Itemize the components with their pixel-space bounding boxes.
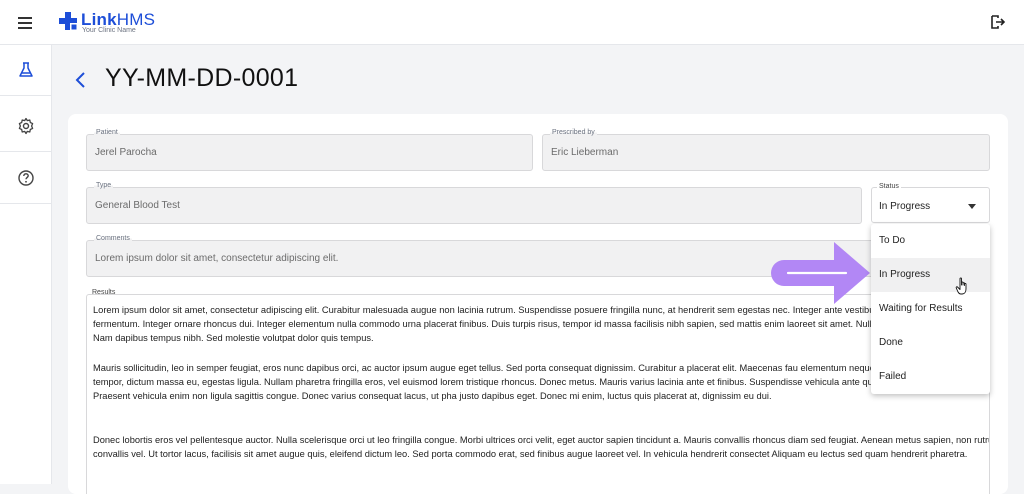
results-paragraph: Donec lobortis eros vel pellentesque auc… bbox=[93, 435, 990, 459]
status-option-in-progress[interactable]: In Progress bbox=[871, 258, 990, 292]
status-select[interactable]: Status In Progress bbox=[871, 183, 990, 223]
status-option-to-do[interactable]: To Do bbox=[871, 224, 990, 258]
status-label: Status bbox=[877, 183, 901, 190]
status-dropdown-menu: To Do In Progress Waiting for Results Do… bbox=[871, 224, 990, 394]
pointer-arrow-icon bbox=[771, 242, 870, 304]
prescribed-by-field[interactable]: Prescribed by Eric Lieberman bbox=[542, 129, 990, 171]
results-paragraph: Lorem ipsum dolor sit amet, consectetur … bbox=[93, 305, 990, 343]
gear-icon bbox=[18, 117, 34, 135]
type-label: Type bbox=[94, 182, 114, 189]
type-field[interactable]: Type General Blood Test bbox=[86, 182, 862, 224]
patient-value: Jerel Parocha bbox=[95, 147, 157, 158]
sidebar bbox=[0, 45, 52, 484]
back-arrow-icon[interactable] bbox=[73, 70, 89, 90]
prescribed-by-value: Eric Lieberman bbox=[551, 147, 619, 158]
top-bar: LinkHMS Your Clinic Name bbox=[0, 0, 1024, 45]
logout-icon[interactable] bbox=[990, 14, 1006, 30]
caret-down-icon bbox=[968, 204, 976, 209]
sidebar-item-lab[interactable] bbox=[0, 45, 52, 96]
app-subtitle: Your Clinic Name bbox=[82, 27, 136, 34]
type-value: General Blood Test bbox=[95, 200, 180, 211]
help-circle-icon bbox=[18, 170, 34, 186]
menu-icon[interactable] bbox=[17, 15, 33, 29]
flask-icon bbox=[19, 62, 33, 77]
results-textarea[interactable]: Lorem ipsum dolor sit amet, consectetur … bbox=[86, 294, 990, 494]
logo-cross-icon bbox=[59, 12, 77, 30]
patient-field[interactable]: Patient Jerel Parocha bbox=[86, 129, 533, 171]
results-paragraph: Mauris sollicitudin, leo in semper feugi… bbox=[93, 363, 990, 401]
page-title: YY-MM-DD-0001 bbox=[105, 64, 299, 92]
sidebar-item-settings[interactable] bbox=[0, 101, 52, 152]
prescribed-by-label: Prescribed by bbox=[550, 129, 597, 136]
comments-value: Lorem ipsum dolor sit amet, consectetur … bbox=[95, 253, 339, 264]
sidebar-item-help[interactable] bbox=[0, 153, 52, 204]
patient-label: Patient bbox=[94, 129, 120, 136]
status-value: In Progress bbox=[879, 201, 931, 212]
status-option-done[interactable]: Done bbox=[871, 326, 990, 360]
comments-label: Comments bbox=[94, 235, 132, 242]
status-option-waiting-for-results[interactable]: Waiting for Results bbox=[871, 292, 990, 326]
hand-cursor-icon bbox=[955, 277, 967, 295]
status-option-failed[interactable]: Failed bbox=[871, 360, 990, 394]
